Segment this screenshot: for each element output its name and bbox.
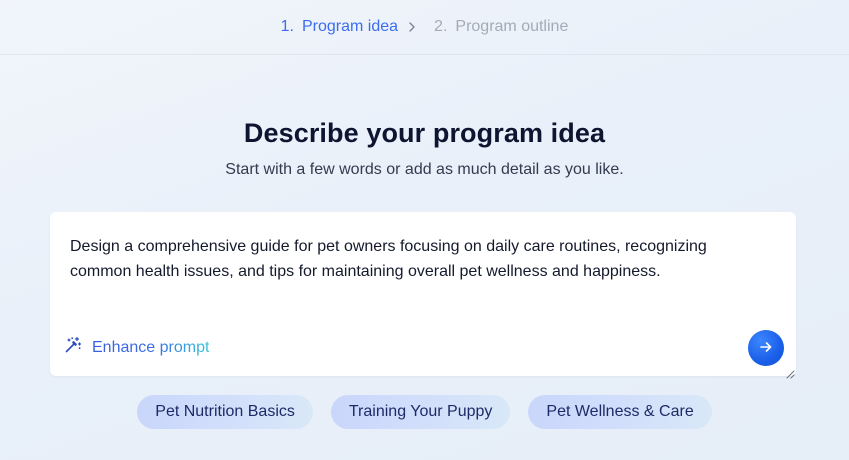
enhance-prompt-label: Enhance prompt <box>92 338 210 356</box>
stepper: 1. Program idea 2. Program outline <box>0 0 849 55</box>
arrow-right-icon <box>758 339 774 358</box>
suggestion-chip-pet-nutrition[interactable]: Pet Nutrition Basics <box>137 395 313 429</box>
step-program-outline[interactable]: 2. Program outline <box>434 18 568 36</box>
step-number: 1. <box>280 18 294 35</box>
suggestion-chips: Pet Nutrition Basics Training Your Puppy… <box>0 395 849 429</box>
suggestion-chip-training-puppy[interactable]: Training Your Puppy <box>330 395 511 429</box>
step-label: Program outline <box>455 18 569 35</box>
send-button[interactable] <box>748 330 784 366</box>
chevron-right-icon <box>408 21 416 33</box>
page-subtitle: Start with a few words or add as much de… <box>225 161 624 178</box>
prompt-card: Design a comprehensive guide for pet own… <box>50 212 796 379</box>
step-label: Program idea <box>302 18 399 35</box>
resize-handle-icon[interactable] <box>786 366 795 379</box>
page-title: Describe your program idea <box>243 118 606 148</box>
prompt-textarea[interactable]: Design a comprehensive guide for pet own… <box>70 234 770 284</box>
step-program-idea[interactable]: 1. Program idea <box>281 18 398 36</box>
step-number: 2. <box>434 18 448 35</box>
suggestion-chip-pet-wellness[interactable]: Pet Wellness & Care <box>528 395 712 429</box>
enhance-prompt-button[interactable]: Enhance prompt <box>64 336 209 359</box>
magic-wand-icon <box>64 336 82 359</box>
